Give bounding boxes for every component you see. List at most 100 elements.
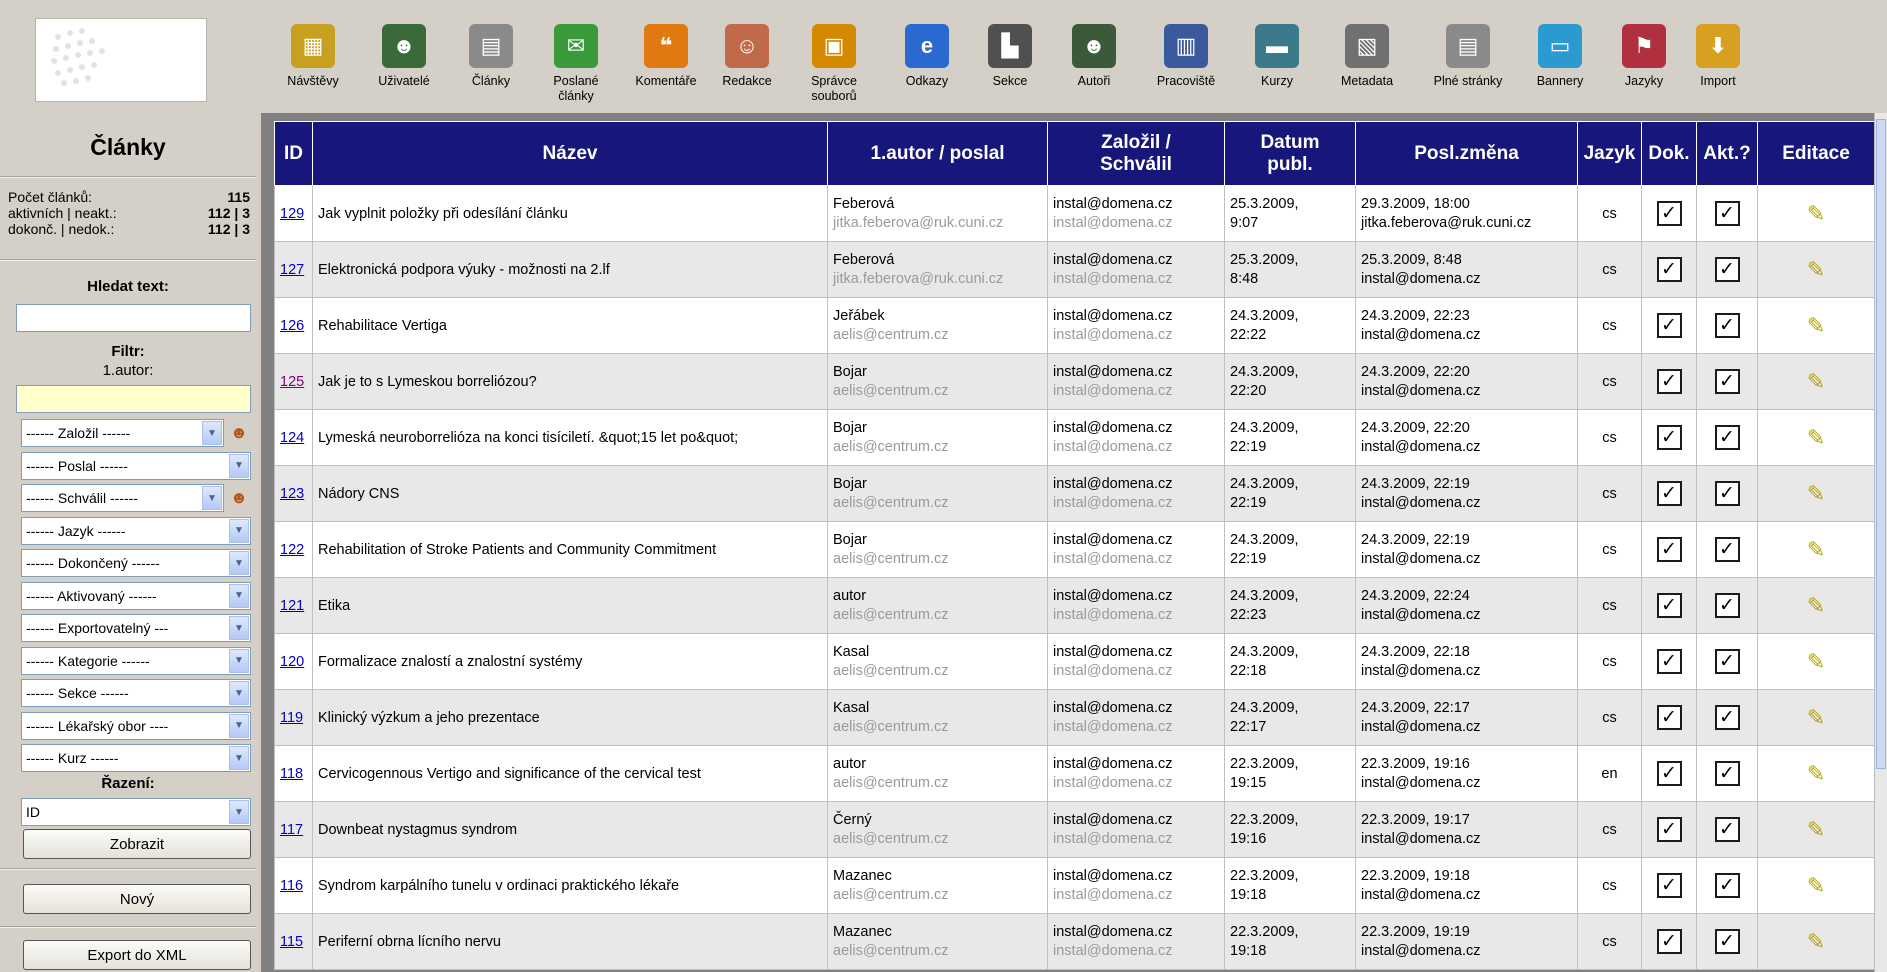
user-picker-icon[interactable]: ☻ <box>228 420 250 446</box>
filter-select[interactable]: ------ Exportovatelný --- ▼ <box>21 614 251 642</box>
article-id-link[interactable]: 120 <box>280 654 304 670</box>
pencil-edit-icon[interactable]: ✎ <box>1807 593 1825 618</box>
toolbar-newspaper-button[interactable]: ▤ Články <box>450 14 532 89</box>
article-id-link[interactable]: 127 <box>280 262 304 278</box>
active-checkbox[interactable]: ✓ <box>1714 761 1740 786</box>
article-id-link[interactable]: 116 <box>280 878 303 894</box>
toolbar-comment-button[interactable]: ❝ Komentáře <box>620 14 712 89</box>
done-checkbox[interactable]: ✓ <box>1656 593 1682 618</box>
pencil-edit-icon[interactable]: ✎ <box>1807 873 1825 898</box>
toolbar-banners-button[interactable]: ▭ Bannery <box>1520 14 1600 89</box>
toolbar-metadata-button[interactable]: ▧ Metadata <box>1318 14 1416 89</box>
done-checkbox[interactable]: ✓ <box>1656 873 1682 898</box>
done-checkbox[interactable]: ✓ <box>1656 201 1682 226</box>
pencil-edit-icon[interactable]: ✎ <box>1807 705 1825 730</box>
filter-select[interactable]: ------ Aktivovaný ------ ▼ <box>21 581 251 610</box>
active-checkbox[interactable]: ✓ <box>1714 817 1740 842</box>
article-id-link[interactable]: 117 <box>280 822 303 838</box>
active-checkbox[interactable]: ✓ <box>1714 537 1740 562</box>
done-checkbox[interactable]: ✓ <box>1656 369 1682 394</box>
article-id-link[interactable]: 119 <box>280 710 303 726</box>
toolbar-building-button[interactable]: ▥ Pracoviště <box>1136 14 1236 89</box>
col-id-header[interactable]: ID <box>274 121 313 186</box>
done-checkbox[interactable]: ✓ <box>1656 537 1682 562</box>
pencil-edit-icon[interactable]: ✎ <box>1807 425 1825 450</box>
col-done-header[interactable]: Dok. <box>1641 121 1697 186</box>
filter-select[interactable]: ------ Kategorie ------ ▼ <box>21 646 251 675</box>
pencil-edit-icon[interactable]: ✎ <box>1807 481 1825 506</box>
search-input[interactable] <box>16 304 251 332</box>
toolbar-users-button[interactable]: ☻ Uživatelé <box>358 14 450 89</box>
article-id-link[interactable]: 118 <box>280 766 303 782</box>
sort-select[interactable]: ID ▼ <box>21 798 251 826</box>
article-id-link[interactable]: 121 <box>280 598 304 614</box>
filter-select[interactable]: ------ Jazyk ------ ▼ <box>21 516 251 545</box>
new-article-button[interactable]: Nový <box>23 884 251 914</box>
col-name-header[interactable]: Název <box>312 121 828 186</box>
toolbar-chart-button[interactable]: ▦ Návštěvy <box>268 14 358 89</box>
active-checkbox[interactable]: ✓ <box>1714 593 1740 618</box>
col-lang-header[interactable]: Jazyk <box>1577 121 1642 186</box>
done-checkbox[interactable]: ✓ <box>1656 313 1682 338</box>
pencil-edit-icon[interactable]: ✎ <box>1807 761 1825 786</box>
vertical-scrollbar[interactable] <box>1874 113 1887 972</box>
article-id-link[interactable]: 125 <box>280 374 304 390</box>
toolbar-sent-articles-button[interactable]: ✉ Poslané články <box>532 14 620 104</box>
col-changed-header[interactable]: Posl.změna <box>1355 121 1578 186</box>
toolbar-editor-person-button[interactable]: ☺ Redakce <box>712 14 782 89</box>
col-active-header[interactable]: Akt.? <box>1696 121 1758 186</box>
author-filter-input[interactable] <box>16 385 251 413</box>
active-checkbox[interactable]: ✓ <box>1714 369 1740 394</box>
pencil-edit-icon[interactable]: ✎ <box>1807 929 1825 954</box>
col-published-header[interactable]: Datum publ. <box>1224 121 1356 186</box>
toolbar-file-manager-button[interactable]: ▣ Správce souborů <box>782 14 886 104</box>
done-checkbox[interactable]: ✓ <box>1656 425 1682 450</box>
active-checkbox[interactable]: ✓ <box>1714 313 1740 338</box>
scrollbar-thumb[interactable] <box>1876 119 1886 769</box>
col-founded-header[interactable]: Založil / Schválil <box>1047 121 1225 186</box>
pencil-edit-icon[interactable]: ✎ <box>1807 313 1825 338</box>
active-checkbox[interactable]: ✓ <box>1714 481 1740 506</box>
toolbar-full-pages-button[interactable]: ▤ Plné stránky <box>1416 14 1520 89</box>
article-id-link[interactable]: 129 <box>280 206 304 222</box>
article-id-link[interactable]: 123 <box>280 486 304 502</box>
toolbar-import-button[interactable]: ⬇ Import <box>1688 14 1748 89</box>
toolbar-internet-explorer-button[interactable]: e Odkazy <box>886 14 968 89</box>
pencil-edit-icon[interactable]: ✎ <box>1807 257 1825 282</box>
filter-select[interactable]: ------ Poslal ------ ▼ <box>21 451 251 480</box>
filter-select[interactable]: ------ Sekce ------ ▼ <box>21 679 251 707</box>
pencil-edit-icon[interactable]: ✎ <box>1807 649 1825 674</box>
done-checkbox[interactable]: ✓ <box>1656 257 1682 282</box>
export-xml-button[interactable]: Export do XML <box>23 940 251 970</box>
filter-select[interactable]: ------ Založil ------ ▼ <box>21 419 224 447</box>
filter-select[interactable]: ------ Lékařský obor ---- ▼ <box>21 711 251 740</box>
article-id-link[interactable]: 124 <box>280 430 304 446</box>
article-id-link[interactable]: 126 <box>280 318 304 334</box>
toolbar-authors-button[interactable]: ☻ Autoři <box>1052 14 1136 89</box>
pencil-edit-icon[interactable]: ✎ <box>1807 201 1825 226</box>
active-checkbox[interactable]: ✓ <box>1714 257 1740 282</box>
col-author-header[interactable]: 1.autor / poslal <box>827 121 1048 186</box>
toolbar-sections-button[interactable]: ▙ Sekce <box>968 14 1052 89</box>
toolbar-courses-button[interactable]: ▬ Kurzy <box>1236 14 1318 89</box>
pencil-edit-icon[interactable]: ✎ <box>1807 817 1825 842</box>
show-button[interactable]: Zobrazit <box>23 829 251 859</box>
toolbar-languages-button[interactable]: ⚑ Jazyky <box>1600 14 1688 89</box>
active-checkbox[interactable]: ✓ <box>1714 649 1740 674</box>
pencil-edit-icon[interactable]: ✎ <box>1807 369 1825 394</box>
active-checkbox[interactable]: ✓ <box>1714 705 1740 730</box>
active-checkbox[interactable]: ✓ <box>1714 873 1740 898</box>
filter-select[interactable]: ------ Schválil ------ ▼ <box>21 484 224 512</box>
pencil-edit-icon[interactable]: ✎ <box>1807 537 1825 562</box>
article-id-link[interactable]: 115 <box>280 934 303 950</box>
done-checkbox[interactable]: ✓ <box>1656 929 1682 954</box>
active-checkbox[interactable]: ✓ <box>1714 425 1740 450</box>
filter-select[interactable]: ------ Kurz ------ ▼ <box>21 744 251 772</box>
active-checkbox[interactable]: ✓ <box>1714 201 1740 226</box>
user-picker-icon[interactable]: ☻ <box>228 485 250 511</box>
active-checkbox[interactable]: ✓ <box>1714 929 1740 954</box>
article-id-link[interactable]: 122 <box>280 542 304 558</box>
done-checkbox[interactable]: ✓ <box>1656 481 1682 506</box>
done-checkbox[interactable]: ✓ <box>1656 705 1682 730</box>
done-checkbox[interactable]: ✓ <box>1656 649 1682 674</box>
